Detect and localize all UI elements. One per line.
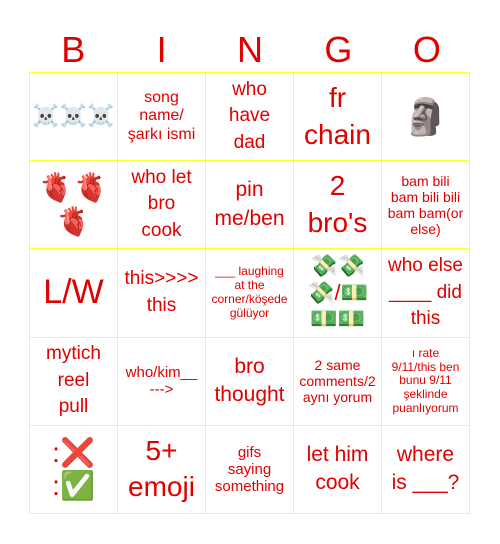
- moai-icon[interactable]: 🗿: [382, 73, 470, 162]
- bingo-cell[interactable]: 2 bro's: [294, 161, 382, 250]
- bingo-cell[interactable]: mytich reel pull: [30, 337, 118, 426]
- bingo-cell[interactable]: bam bili bam bili bili bam bam(or else): [382, 161, 470, 250]
- skull-crossbones-icon[interactable]: ☠️☠️☠️: [30, 73, 118, 162]
- bingo-cell[interactable]: who let bro cook: [118, 161, 206, 250]
- cross-check-icon[interactable]: :❌ :✅: [30, 425, 118, 514]
- bingo-cell[interactable]: who/kim__ --->: [118, 337, 206, 426]
- bingo-cell[interactable]: fr chain: [294, 73, 382, 162]
- bingo-cell[interactable]: gifs saying something: [206, 425, 294, 514]
- bingo-cell[interactable]: who else ____ did this: [382, 249, 470, 338]
- bingo-cell[interactable]: let him cook: [294, 425, 382, 514]
- money-icon[interactable]: 💸💸 💸/💵 💵💵: [294, 249, 382, 338]
- header-letter-o: O: [412, 29, 441, 70]
- bingo-cell[interactable]: L/W: [30, 249, 118, 338]
- anatomical-heart-icon[interactable]: 🫀🫀 🫀: [30, 161, 118, 250]
- bingo-cell[interactable]: this>>>> this: [118, 249, 206, 338]
- bingo-header: B I N G O: [29, 28, 471, 72]
- bingo-cell[interactable]: song name/ şarkı ismi: [118, 73, 206, 162]
- bingo-cell[interactable]: pin me/ben: [206, 161, 294, 250]
- bingo-cell[interactable]: bro thought: [206, 337, 294, 426]
- bingo-cell[interactable]: who have dad: [206, 73, 294, 162]
- bingo-cell[interactable]: 5+ emoji: [118, 425, 206, 514]
- bingo-cell[interactable]: 2 same comments/2 aynı yorum: [294, 337, 382, 426]
- header-letter-b: B: [61, 29, 86, 70]
- header-letter-n: N: [237, 29, 264, 70]
- header-letter-i: I: [156, 29, 167, 70]
- bingo-grid: ☠️☠️☠️ song name/ şarkı ismi who have da…: [29, 72, 470, 514]
- header-letter-g: G: [324, 29, 353, 70]
- bingo-cell[interactable]: where is ___?: [382, 425, 470, 514]
- bingo-cell[interactable]: ı rate 9/11/this ben bunu 9/11 şeklinde …: [382, 337, 470, 426]
- bingo-cell[interactable]: ___ laughing at the corner/köşede gülüyo…: [206, 249, 294, 338]
